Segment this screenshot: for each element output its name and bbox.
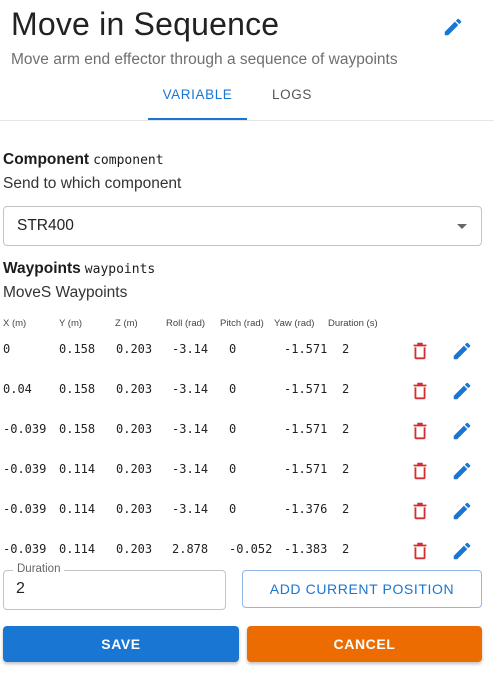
edit-waypoint-button[interactable] bbox=[451, 340, 473, 362]
table-cell: -0.052 bbox=[229, 542, 273, 556]
table-cell: 0.203 bbox=[116, 502, 153, 516]
table-cell: 0.114 bbox=[59, 462, 96, 476]
component-select[interactable]: STR400 bbox=[3, 206, 482, 246]
waypoints-field-label: Waypoints waypoints bbox=[3, 260, 155, 278]
table-header-cell: X (m) bbox=[3, 318, 27, 329]
table-cell: -3.14 bbox=[172, 422, 209, 436]
table-cell: 0.114 bbox=[59, 502, 96, 516]
duration-label: Duration bbox=[13, 563, 65, 575]
table-cell: -3.14 bbox=[172, 502, 209, 516]
waypoints-label-text: Waypoints bbox=[3, 260, 81, 277]
table-cell: -1.571 bbox=[284, 462, 328, 476]
add-current-position-button[interactable]: ADD CURRENT POSITION bbox=[242, 570, 482, 608]
page-title: Move in Sequence bbox=[11, 6, 280, 42]
table-cell: -1.571 bbox=[284, 382, 328, 396]
table-cell: 2 bbox=[342, 502, 350, 516]
table-cell: 0 bbox=[229, 502, 237, 516]
duration-input[interactable] bbox=[16, 580, 216, 598]
delete-waypoint-button[interactable] bbox=[409, 420, 431, 442]
edit-waypoint-button[interactable] bbox=[451, 460, 473, 482]
trash-icon bbox=[413, 422, 427, 440]
table-cell: 0.203 bbox=[116, 462, 153, 476]
table-cell: 0 bbox=[229, 342, 237, 356]
edit-waypoint-button[interactable] bbox=[451, 540, 473, 562]
save-button[interactable]: SAVE bbox=[3, 626, 239, 662]
table-cell: -1.571 bbox=[284, 342, 328, 356]
trash-icon bbox=[413, 462, 427, 480]
table-header-cell: Y (m) bbox=[59, 318, 83, 329]
duration-input-field[interactable]: Duration bbox=[3, 563, 226, 610]
table-header-cell: Yaw (rad) bbox=[274, 318, 315, 329]
edit-waypoint-button[interactable] bbox=[451, 380, 473, 402]
trash-icon bbox=[413, 342, 427, 360]
edit-title-button[interactable] bbox=[442, 16, 464, 38]
delete-waypoint-button[interactable] bbox=[409, 540, 431, 562]
component-description: Send to which component bbox=[3, 175, 182, 192]
pencil-icon bbox=[453, 462, 471, 480]
tab-bar: VARIABLE LOGS bbox=[0, 80, 494, 121]
delete-waypoint-button[interactable] bbox=[409, 460, 431, 482]
table-cell: 0 bbox=[3, 342, 11, 356]
table-cell: 2 bbox=[342, 422, 350, 436]
trash-icon bbox=[413, 502, 427, 520]
table-cell: 0 bbox=[229, 382, 237, 396]
pencil-icon bbox=[453, 542, 471, 560]
table-cell: 2 bbox=[342, 462, 350, 476]
delete-waypoint-button[interactable] bbox=[409, 500, 431, 522]
table-cell: 2.878 bbox=[172, 542, 209, 556]
edit-waypoint-button[interactable] bbox=[451, 420, 473, 442]
chevron-down-icon bbox=[457, 224, 467, 229]
pencil-icon bbox=[453, 382, 471, 400]
table-cell: 0.158 bbox=[59, 422, 96, 436]
waypoints-description: MoveS Waypoints bbox=[3, 284, 128, 301]
table-header-cell: Duration (s) bbox=[328, 318, 378, 329]
trash-icon bbox=[413, 382, 427, 400]
pencil-icon bbox=[444, 18, 462, 36]
table-cell: 0.203 bbox=[116, 382, 153, 396]
table-cell: 0.04 bbox=[3, 382, 32, 396]
table-cell: -0.039 bbox=[3, 462, 47, 476]
table-cell: 0.203 bbox=[116, 542, 153, 556]
cancel-button[interactable]: CANCEL bbox=[247, 626, 482, 662]
table-cell: 0.203 bbox=[116, 422, 153, 436]
pencil-icon bbox=[453, 502, 471, 520]
table-cell: 0.203 bbox=[116, 342, 153, 356]
table-cell: 0.158 bbox=[59, 382, 96, 396]
table-cell: -3.14 bbox=[172, 462, 209, 476]
table-cell: 2 bbox=[342, 542, 350, 556]
table-cell: -1.383 bbox=[284, 542, 328, 556]
component-code: component bbox=[93, 153, 164, 168]
delete-waypoint-button[interactable] bbox=[409, 340, 431, 362]
edit-waypoint-button[interactable] bbox=[451, 500, 473, 522]
table-cell: 0.158 bbox=[59, 342, 96, 356]
table-cell: -3.14 bbox=[172, 382, 209, 396]
delete-waypoint-button[interactable] bbox=[409, 380, 431, 402]
table-cell: 0.114 bbox=[59, 542, 96, 556]
table-header-cell: Z (m) bbox=[115, 318, 138, 329]
table-cell: -1.376 bbox=[284, 502, 328, 516]
waypoints-code: waypoints bbox=[84, 262, 156, 277]
table-cell: 0 bbox=[229, 462, 237, 476]
component-select-value: STR400 bbox=[17, 217, 74, 234]
table-cell: -0.039 bbox=[3, 502, 47, 516]
table-cell: 0 bbox=[229, 422, 237, 436]
tab-logs[interactable]: LOGS bbox=[252, 80, 332, 120]
table-header-cell: Roll (rad) bbox=[166, 318, 206, 329]
page-subtitle: Move arm end effector through a sequence… bbox=[11, 51, 398, 68]
table-cell: -3.14 bbox=[172, 342, 209, 356]
table-cell: 2 bbox=[342, 382, 350, 396]
pencil-icon bbox=[453, 342, 471, 360]
table-cell: -0.039 bbox=[3, 422, 47, 436]
component-field-label: Component component bbox=[3, 151, 164, 169]
trash-icon bbox=[413, 542, 427, 560]
table-header-cell: Pitch (rad) bbox=[220, 318, 264, 329]
table-cell: -1.571 bbox=[284, 422, 328, 436]
table-cell: -0.039 bbox=[3, 542, 47, 556]
tab-variable[interactable]: VARIABLE bbox=[148, 80, 247, 120]
table-cell: 2 bbox=[342, 342, 350, 356]
component-label-text: Component bbox=[3, 151, 90, 168]
pencil-icon bbox=[453, 422, 471, 440]
